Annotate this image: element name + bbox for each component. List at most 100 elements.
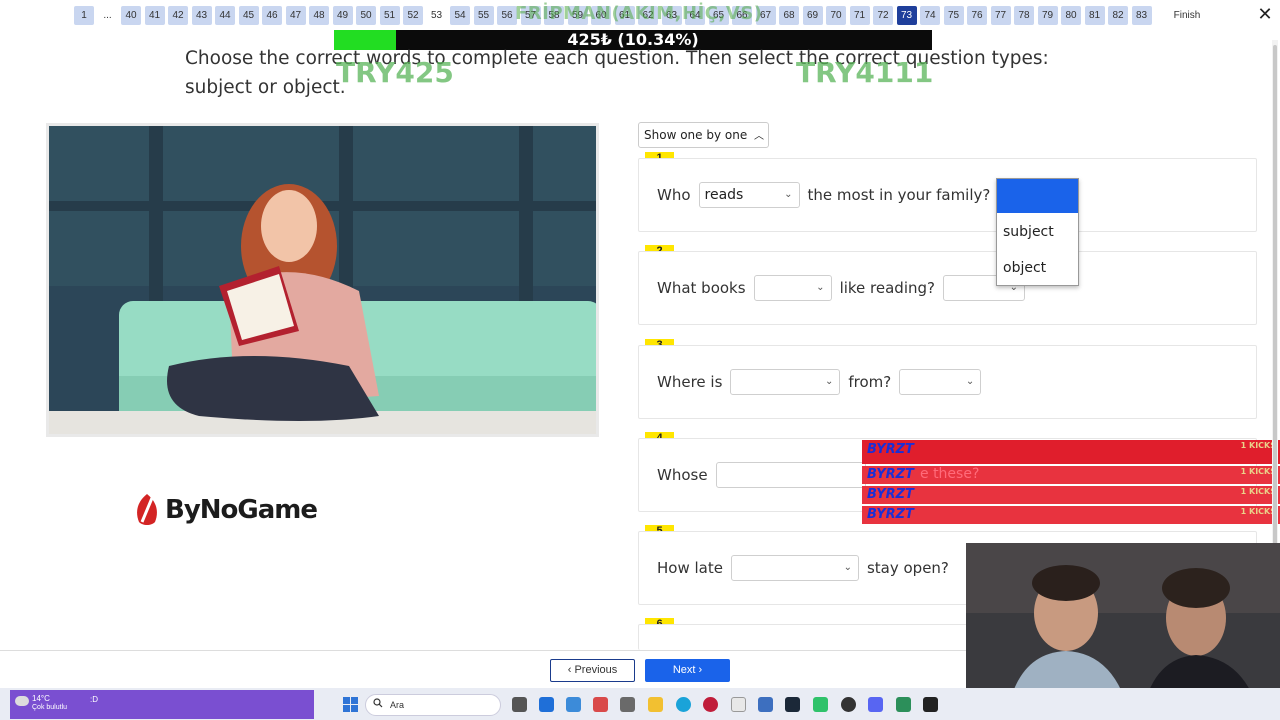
taskbar-search-input[interactable]: Ara <box>365 694 501 716</box>
page-number-button[interactable]: 45 <box>238 6 259 25</box>
verb-select[interactable]: ⌄ <box>730 369 841 395</box>
page-scrollbar-thumb[interactable] <box>1273 45 1277 605</box>
chevron-right-icon: › <box>698 664 703 676</box>
app-icon[interactable] <box>896 697 911 712</box>
finish-button[interactable]: Finish <box>1166 6 1208 25</box>
page-number-button[interactable]: 50 <box>356 6 376 25</box>
app-icon[interactable] <box>923 697 938 712</box>
selected-value: reads <box>704 187 744 203</box>
page-number-button[interactable]: 40 <box>121 6 141 25</box>
page-number-button[interactable]: 42 <box>168 6 188 25</box>
app-icon[interactable] <box>539 697 554 712</box>
quiz-screen: 1... 40 41 42 43 44 45 46 47 48 49 50 51 52 53 54 55 56 57… <box>0 0 1280 720</box>
instruction-text: Choose the correct words to complete eac… <box>185 48 1049 98</box>
page-number-button[interactable]: 81 <box>1084 6 1105 25</box>
kick-amount: 1 KICKS <box>1240 467 1276 476</box>
question-type-dropdown[interactable]: subject object <box>996 178 1079 286</box>
question-text: Who <box>657 186 691 204</box>
chevron-down-icon: ⌄ <box>784 189 793 200</box>
page-number-button[interactable]: 1 <box>74 6 94 25</box>
page-number-button[interactable]: 41 <box>144 6 165 25</box>
app-icon[interactable] <box>620 697 635 712</box>
search-icon <box>373 698 383 708</box>
verb-select[interactable]: reads ⌄ <box>698 182 800 208</box>
page-number-button[interactable]: 51 <box>379 6 400 25</box>
page-number-button[interactable]: 54 <box>450 6 470 25</box>
question-1-line: Who reads ⌄ the most in your family? <box>657 182 990 208</box>
verb-select[interactable]: ⌄ <box>753 275 832 301</box>
previous-button[interactable]: ‹ Previous <box>550 659 635 682</box>
page-number-button[interactable]: 77 <box>990 6 1011 25</box>
question-text: Where is <box>657 373 723 391</box>
page-number-button[interactable]: 78 <box>1014 6 1034 25</box>
page-number-button[interactable]: 49 <box>332 6 353 25</box>
obs-icon[interactable] <box>841 697 856 712</box>
chevron-left-icon: ‹ <box>567 664 572 676</box>
close-button[interactable]: ✕ <box>1256 5 1274 25</box>
kick-alert-row: BYRZT 1 KICKS <box>862 440 1280 464</box>
app-icon[interactable] <box>813 697 828 712</box>
question-type-select[interactable]: ⌄ <box>899 369 982 395</box>
question-text: the most in your family? <box>807 186 991 204</box>
app-icon[interactable] <box>566 697 581 712</box>
chevron-down-icon: ⌄ <box>825 376 834 387</box>
page-number-button[interactable]: 76 <box>967 6 987 25</box>
verb-select[interactable]: ⌄ <box>730 555 859 581</box>
next-label: Next <box>672 664 696 676</box>
page-number-button[interactable]: 70 <box>826 6 846 25</box>
page-number-button[interactable]: 82 <box>1108 6 1128 25</box>
folder-icon[interactable] <box>648 697 663 712</box>
page-number-button[interactable]: 71 <box>849 6 870 25</box>
page-number-button[interactable]: 74 <box>920 6 940 25</box>
page-number-button[interactable]: 79 <box>1037 6 1058 25</box>
question-text: like reading? <box>839 279 935 297</box>
page-number-button[interactable]: 55 <box>473 6 494 25</box>
app-icon[interactable] <box>731 697 746 712</box>
page-number-button[interactable]: 44 <box>215 6 235 25</box>
kick-amount: 1 KICKS <box>1240 487 1276 496</box>
dropdown-option-subject[interactable]: subject <box>1003 224 1054 240</box>
page-number-button[interactable]: 75 <box>943 6 964 25</box>
page-number-button[interactable]: 48 <box>309 6 329 25</box>
kick-alert-row: BYRZT e these? 1 KICKS <box>862 466 1280 484</box>
page-number-button[interactable]: 69 <box>802 6 823 25</box>
reading-woman-photo <box>46 123 599 437</box>
question-text: stay open? <box>866 559 949 577</box>
dropdown-option-object[interactable]: object <box>1003 260 1046 276</box>
windows-start-icon[interactable] <box>343 697 358 712</box>
app-icon[interactable] <box>703 697 718 712</box>
show-one-by-one-toggle[interactable]: Show one by one ︿ <box>638 122 769 148</box>
page-number-button[interactable]: 52 <box>403 6 423 25</box>
page-number-button[interactable]: 53 <box>427 6 447 25</box>
page-number-button[interactable]: 72 <box>873 6 893 25</box>
page-number-button[interactable]: 68 <box>779 6 799 25</box>
page-number-button[interactable]: 83 <box>1131 6 1152 25</box>
task-view-icon[interactable] <box>512 697 527 712</box>
page-number-button[interactable]: 46 <box>262 6 282 25</box>
verb-select[interactable] <box>715 462 866 488</box>
app-icon[interactable] <box>758 697 773 712</box>
bynogame-logo: ByNoGame <box>133 492 318 528</box>
chevron-down-icon: ⌄ <box>965 376 975 387</box>
kick-alert-overlay: BYRZT 1 KICKS BYRZT e these? 1 KICKS BYR… <box>862 440 1280 524</box>
show-one-by-one-label: Show one by one <box>644 128 748 142</box>
page-number-button[interactable]: 80 <box>1061 6 1081 25</box>
discord-icon[interactable] <box>868 697 883 712</box>
page-number-button: ... <box>103 10 112 21</box>
page-number-button[interactable]: 56 <box>497 6 517 25</box>
promo-code-right: TRY4111 <box>796 56 934 89</box>
page-number-button[interactable]: 43 <box>191 6 212 25</box>
dropdown-highlighted-option[interactable] <box>997 179 1078 213</box>
weather-temperature: 14°C <box>32 694 50 703</box>
weather-extra-text: :D <box>90 695 98 704</box>
steam-icon[interactable] <box>785 697 800 712</box>
edge-icon[interactable] <box>676 697 691 712</box>
next-button[interactable]: Next › <box>645 659 730 682</box>
kick-amount: 1 KICKS <box>1240 507 1276 516</box>
kick-username: BYRZT <box>867 467 914 482</box>
page-number-button[interactable]: 47 <box>285 6 306 25</box>
question-3-line: Where is ⌄ from? ⌄ <box>657 369 989 395</box>
page-number-current[interactable]: 73 <box>896 6 917 25</box>
bynogame-logo-icon <box>137 494 157 525</box>
app-icon[interactable] <box>593 697 608 712</box>
